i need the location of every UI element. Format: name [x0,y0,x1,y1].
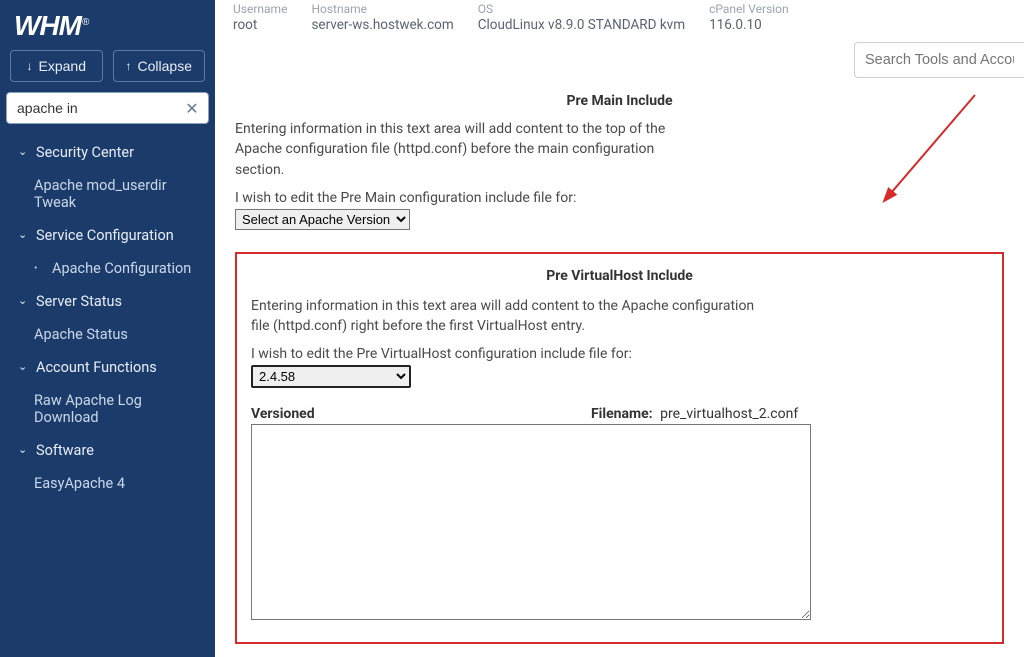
sidebar-group-service-configuration[interactable]: ⌄ Service Configuration [0,219,215,252]
sidebar-nav: ⌄ Security Center Apache mod_userdir Twe… [0,132,215,657]
expand-button[interactable]: ↓ Expand [10,50,103,82]
sidebar-item-label: Raw Apache Log Download [34,392,201,426]
topbar-os-label: OS [478,2,685,16]
expand-collapse-row: ↓ Expand ↑ Collapse [0,50,215,92]
collapse-button[interactable]: ↑ Collapse [113,50,206,82]
topbar-username: Username root [233,2,287,33]
sidebar-filter-wrap: ✕ [0,92,215,132]
prevhost-title: Pre VirtualHost Include [251,268,988,284]
global-search-wrap [854,42,1024,78]
topbar-hostname-label: Hostname [311,2,453,16]
arrow-down-icon: ↓ [27,60,33,72]
logo: WHM® [0,0,215,50]
prevhost-version-row: Versioned Filename: pre_virtualhost_2.co… [251,406,988,422]
chevron-down-icon: ⌄ [18,360,30,373]
topbar-username-label: Username [233,2,287,16]
sidebar-item-apache-status[interactable]: Apache Status [0,318,215,351]
bullet-icon: • [34,263,46,274]
topbar-cpanel: cPanel Version 116.0.10 [709,2,789,33]
sidebar-item-label: Security Center [36,144,134,161]
sidebar-group-software[interactable]: ⌄ Software [0,434,215,467]
chevron-down-icon: ⌄ [18,145,30,158]
sidebar-item-label: EasyApache 4 [34,475,125,492]
sidebar-item-label: Account Functions [36,359,157,376]
sidebar-item-label: Server Status [36,293,122,310]
filename-value: pre_virtualhost_2.conf [660,406,798,422]
topbar-hostname-value: server-ws.hostwek.com [311,17,453,33]
sidebar-item-raw-apache-log[interactable]: Raw Apache Log Download [0,384,215,434]
prevhost-textarea[interactable] [251,424,811,620]
prevhost-section: Pre VirtualHost Include Entering informa… [235,252,1004,645]
global-search-input[interactable] [854,42,1024,78]
chevron-down-icon: ⌄ [18,294,30,307]
sidebar-group-account-functions[interactable]: ⌄ Account Functions [0,351,215,384]
premain-title: Pre Main Include [235,93,1004,109]
main-area: Username root Hostname server-ws.hostwek… [215,0,1024,657]
sidebar-group-server-status[interactable]: ⌄ Server Status [0,285,215,318]
sidebar-item-mod-userdir[interactable]: Apache mod_userdir Tweak [0,169,215,219]
collapse-label: Collapse [138,58,192,74]
sidebar-item-label: Service Configuration [36,227,174,244]
sidebar: WHM® ↓ Expand ↑ Collapse ✕ ⌄ Security Ce… [0,0,215,657]
clear-filter-icon[interactable]: ✕ [183,99,201,117]
topbar-username-value: root [233,17,287,33]
topbar-os-value: CloudLinux v8.9.0 STANDARD kvm [478,17,685,33]
logo-text: WHM® [14,10,88,41]
filename-label: Filename: [591,406,653,422]
sidebar-item-label: Apache mod_userdir Tweak [34,177,201,211]
content: Pre Main Include Entering information in… [215,93,1024,657]
sidebar-item-apache-configuration[interactable]: • Apache Configuration [0,252,215,285]
sidebar-item-label: Apache Status [34,326,128,343]
versioned-label: Versioned [251,406,591,422]
premain-wish: I wish to edit the Pre Main configuratio… [235,190,1004,206]
arrow-up-icon: ↑ [126,60,132,72]
sidebar-item-easyapache4[interactable]: EasyApache 4 [0,467,215,500]
topbar: Username root Hostname server-ws.hostwek… [215,0,1024,41]
prevhost-version-select[interactable]: 2.4.58 [251,365,411,388]
sidebar-filter-input[interactable] [6,92,209,124]
chevron-down-icon: ⌄ [18,443,30,456]
prevhost-wish: I wish to edit the Pre VirtualHost confi… [251,346,988,362]
topbar-os: OS CloudLinux v8.9.0 STANDARD kvm [478,2,685,33]
topbar-cpanel-value: 116.0.10 [709,17,789,33]
topbar-hostname: Hostname server-ws.hostwek.com [311,2,453,33]
premain-version-select[interactable]: Select an Apache Version [235,209,410,230]
logo-main: WHM [14,10,81,41]
chevron-down-icon: ⌄ [18,228,30,241]
logo-reg: ® [82,17,88,28]
expand-label: Expand [39,58,86,74]
sidebar-item-label: Apache Configuration [52,260,191,277]
premain-desc: Entering information in this text area w… [235,119,705,180]
sidebar-item-label: Software [36,442,94,459]
sidebar-group-security-center[interactable]: ⌄ Security Center [0,136,215,169]
topbar-cpanel-label: cPanel Version [709,2,789,16]
prevhost-desc: Entering information in this text area w… [251,296,771,337]
